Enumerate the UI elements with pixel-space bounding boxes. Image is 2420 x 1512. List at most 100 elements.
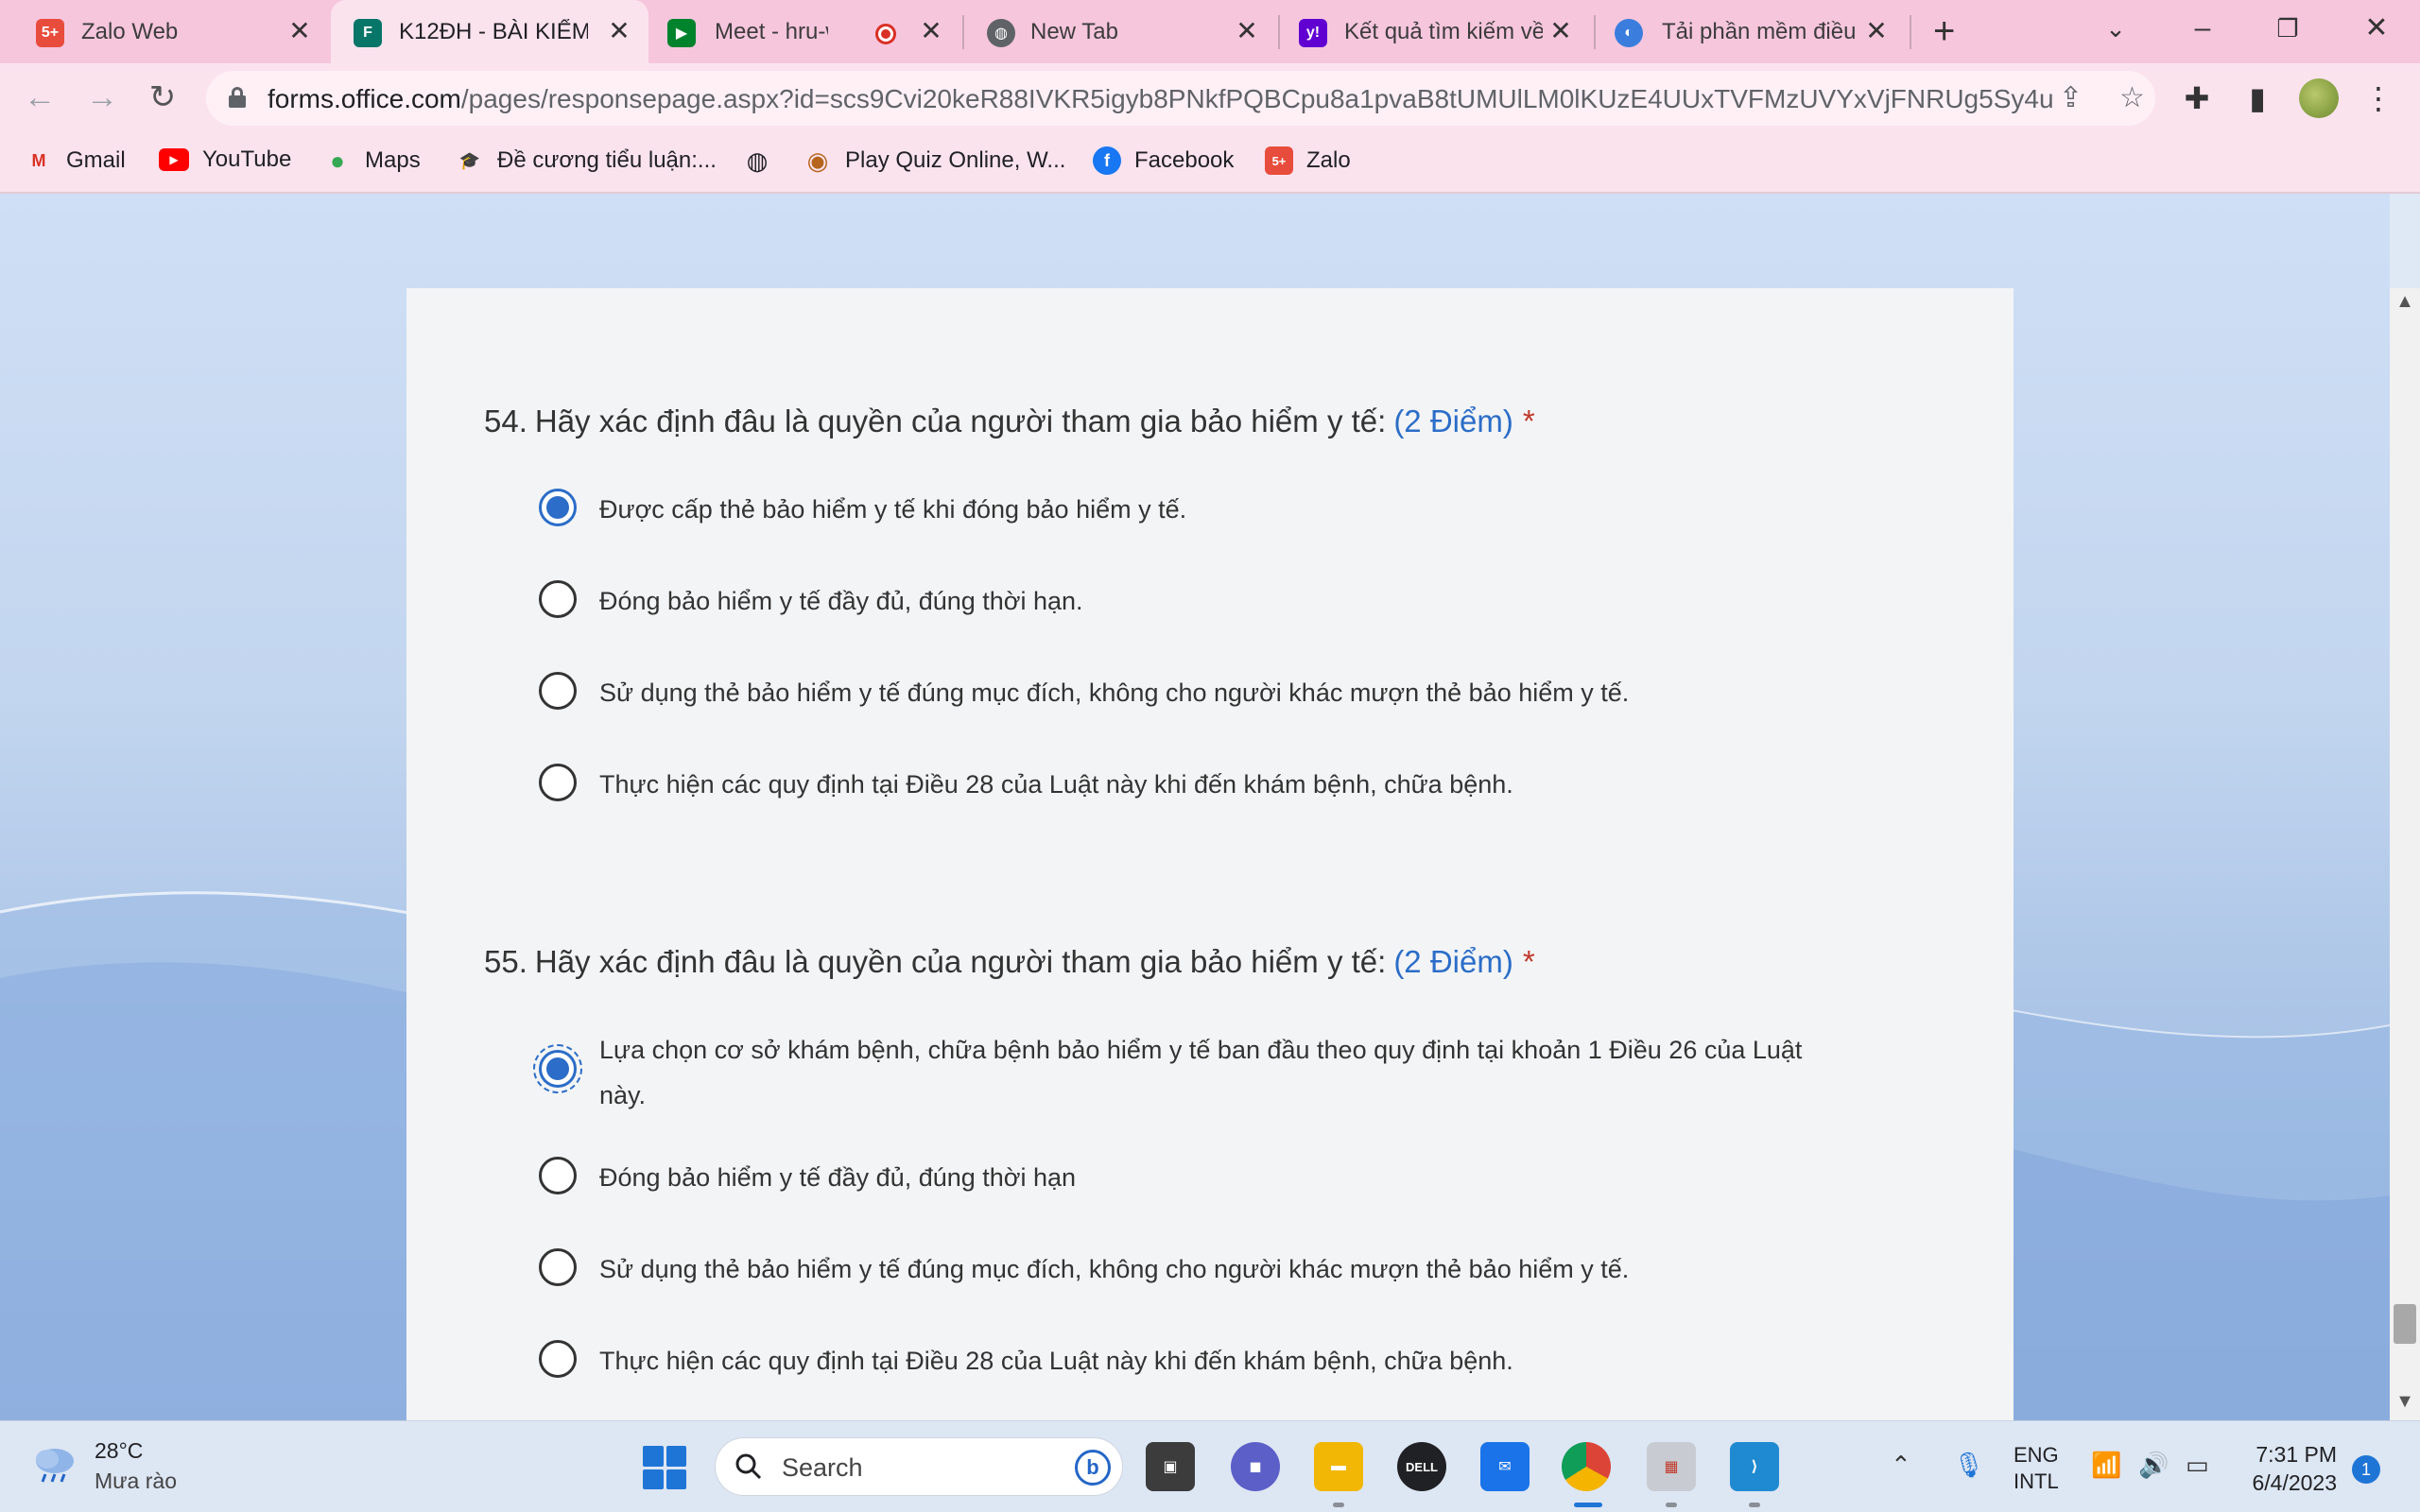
search-placeholder[interactable]: Search [782,1453,863,1483]
option-label[interactable]: Đóng bảo hiểm y tế đầy đủ, đúng thời hạn [599,1155,1076,1200]
chat-icon[interactable]: ◼ [1231,1442,1280,1491]
star-icon[interactable]: ☆ [2119,82,2145,114]
radio-button[interactable] [539,764,577,801]
radio-button[interactable] [539,1340,577,1378]
vscode-icon[interactable]: ⟩ [1730,1442,1779,1491]
tab-search-icon[interactable]: ⌄ [2097,9,2135,47]
option-label-continued[interactable]: này. [599,1073,646,1118]
question-points: (2 Điểm) [1393,404,1513,438]
language-indicator[interactable]: ENG INTL [2014,1442,2059,1495]
battery-icon[interactable]: ▭ [2186,1448,2209,1482]
bookmark-label: Đề cương tiểu luận:... [497,147,717,173]
zalo-icon: 5+ [1265,146,1293,175]
close-icon[interactable]: ✕ [1862,15,1891,47]
recording-icon [875,24,896,44]
option-label[interactable]: Thực hiện các quy định tại Điều 28 của L… [599,762,1513,807]
bookmark-label: YouTube [202,146,292,172]
gmail-icon: M [31,150,46,170]
share-icon[interactable]: ⇪ [2059,82,2083,114]
tab-title: Tải phần mềm điều [1662,19,1856,44]
meet-icon: ▶ [667,19,696,47]
radio-button[interactable] [539,1248,577,1286]
page-scrollbar[interactable] [2390,288,2420,1420]
close-icon[interactable]: ✕ [917,15,945,47]
bing-icon[interactable]: b [1075,1450,1111,1486]
task-view-icon[interactable]: ▣ [1146,1442,1195,1491]
question-55-title: 55. Hãy xác định đâu là quyền của người t… [484,944,1535,980]
question-points: (2 Điểm) [1393,944,1513,979]
question-text: Hãy xác định đâu là quyền của người tham… [534,404,1387,438]
notification-badge[interactable]: 1 [2352,1455,2380,1484]
dell-icon[interactable]: DELL [1397,1442,1446,1491]
mail-icon[interactable]: ✉ [1480,1442,1530,1491]
bookmark-label: Zalo [1306,147,1351,173]
page-viewport: 54. Hãy xác định đâu là quyền của người t… [0,194,2390,1420]
wifi-icon[interactable]: 📶 [2091,1448,2121,1482]
file-explorer-icon[interactable]: ▬ [1314,1442,1363,1491]
tab-zalo[interactable]: 5+ Zalo Web ✕ [0,0,321,63]
tab-title: Meet - hru-wnu [715,19,828,44]
close-icon[interactable]: ✕ [1547,15,1575,47]
clock-time: 7:31 PM [2256,1442,2337,1467]
radio-button[interactable] [533,1044,582,1093]
bookmark-zalo[interactable]: 5+ Zalo [1265,146,1351,175]
microphone-icon[interactable]: 🎙 [1953,1448,1984,1482]
show-hidden-icons-icon[interactable]: ⌃ [1891,1448,1911,1482]
option-label[interactable]: Được cấp thẻ bảo hiểm y tế khi đóng bảo … [599,487,1186,532]
url-text[interactable]: forms.office.com/pages/responsepage.aspx… [268,84,2054,114]
tab-title: New Tab [1030,19,1118,44]
maps-icon: ● [330,146,345,175]
chrome-icon[interactable] [1562,1442,1611,1491]
close-icon[interactable]: ✕ [1233,15,1261,47]
bookmark-facebook[interactable]: f Facebook [1093,146,1234,175]
running-indicator [1666,1503,1677,1507]
option-label[interactable]: Đóng bảo hiểm y tế đầy đủ, đúng thời hạn… [599,578,1083,624]
close-window-icon[interactable]: ✕ [2358,9,2395,47]
volume-icon[interactable]: 🔊 [2138,1448,2169,1482]
tab-download[interactable]: ◐ Tải phần mềm điều ✕ [1596,0,1908,63]
option-label[interactable]: Sử dụng thẻ bảo hiểm y tế đúng mục đích,… [599,1246,1629,1292]
forward-icon[interactable]: → [81,77,123,118]
extensions-icon[interactable]: ✚ [2178,80,2216,116]
radio-button[interactable] [539,1157,577,1194]
menu-icon[interactable]: ⋮ [2360,80,2397,116]
windows-start-icon[interactable] [643,1446,686,1489]
address-bar[interactable]: forms.office.com/pages/responsepage.aspx… [206,71,2155,126]
tab-yahoo[interactable]: y! Kết quả tìm kiếm về ✕ [1280,0,1592,63]
unikey-icon[interactable]: ▦ [1647,1442,1696,1491]
radio-button[interactable] [539,672,577,710]
scroll-thumb[interactable] [2394,1304,2416,1344]
bookmark-maps[interactable]: ● Maps [323,146,421,175]
scroll-down-icon[interactable]: ▼ [2392,1391,2418,1413]
new-tab-icon[interactable]: + [1933,11,1955,51]
taskbar-search[interactable]: Search b [715,1437,1123,1496]
option-label[interactable]: Lựa chọn cơ sở khám bệnh, chữa bệnh bảo … [599,1027,1802,1073]
scroll-up-icon[interactable]: ▲ [2392,291,2418,313]
option-label[interactable]: Thực hiện các quy định tại Điều 28 của L… [599,1338,1513,1383]
avatar[interactable] [2299,78,2339,118]
minimize-icon[interactable]: – [2184,9,2221,47]
radio-button[interactable] [539,489,577,526]
tab-separator [1910,15,1911,49]
graduation-cap-icon: 🎓 [458,150,481,170]
back-icon[interactable]: ← [19,77,60,118]
close-icon[interactable]: ✕ [605,15,633,47]
reload-icon[interactable]: ↻ [142,77,183,118]
option-label[interactable]: Sử dụng thẻ bảo hiểm y tế đúng mục đích,… [599,670,1629,715]
tab-new-tab[interactable]: ◍ New Tab ✕ [964,0,1276,63]
close-icon[interactable]: ✕ [285,15,314,47]
radio-button[interactable] [539,580,577,618]
taskbar: 28°C Mưa rào Search b ▣ ◼ ▬ DELL ✉ ▦ ⟩ ⌃… [0,1420,2420,1512]
bookmark-quiz[interactable]: ◉ Play Quiz Online, W... [804,146,1066,175]
bookmark-de-cuong[interactable]: 🎓 Đề cương tiểu luận:... [456,146,717,175]
system-clock[interactable]: 7:31 PM 6/4/2023 [2242,1440,2337,1497]
tab-meet[interactable]: ▶ Meet - hru-wnu ✕ [648,0,960,63]
bookmark-gmail[interactable]: M Gmail [25,146,126,175]
bookmark-youtube[interactable]: ▶ YouTube [159,146,291,173]
yahoo-icon: y! [1299,19,1327,47]
side-panel-icon[interactable]: ▮ [2238,80,2276,116]
question-number: 54. [484,404,527,438]
restore-icon[interactable]: ❐ [2269,9,2307,47]
bookmark-globe[interactable]: ◍ [743,146,785,175]
tab-forms[interactable]: F K12ĐH - BÀI KIỂM TRA ✕ [331,0,648,63]
